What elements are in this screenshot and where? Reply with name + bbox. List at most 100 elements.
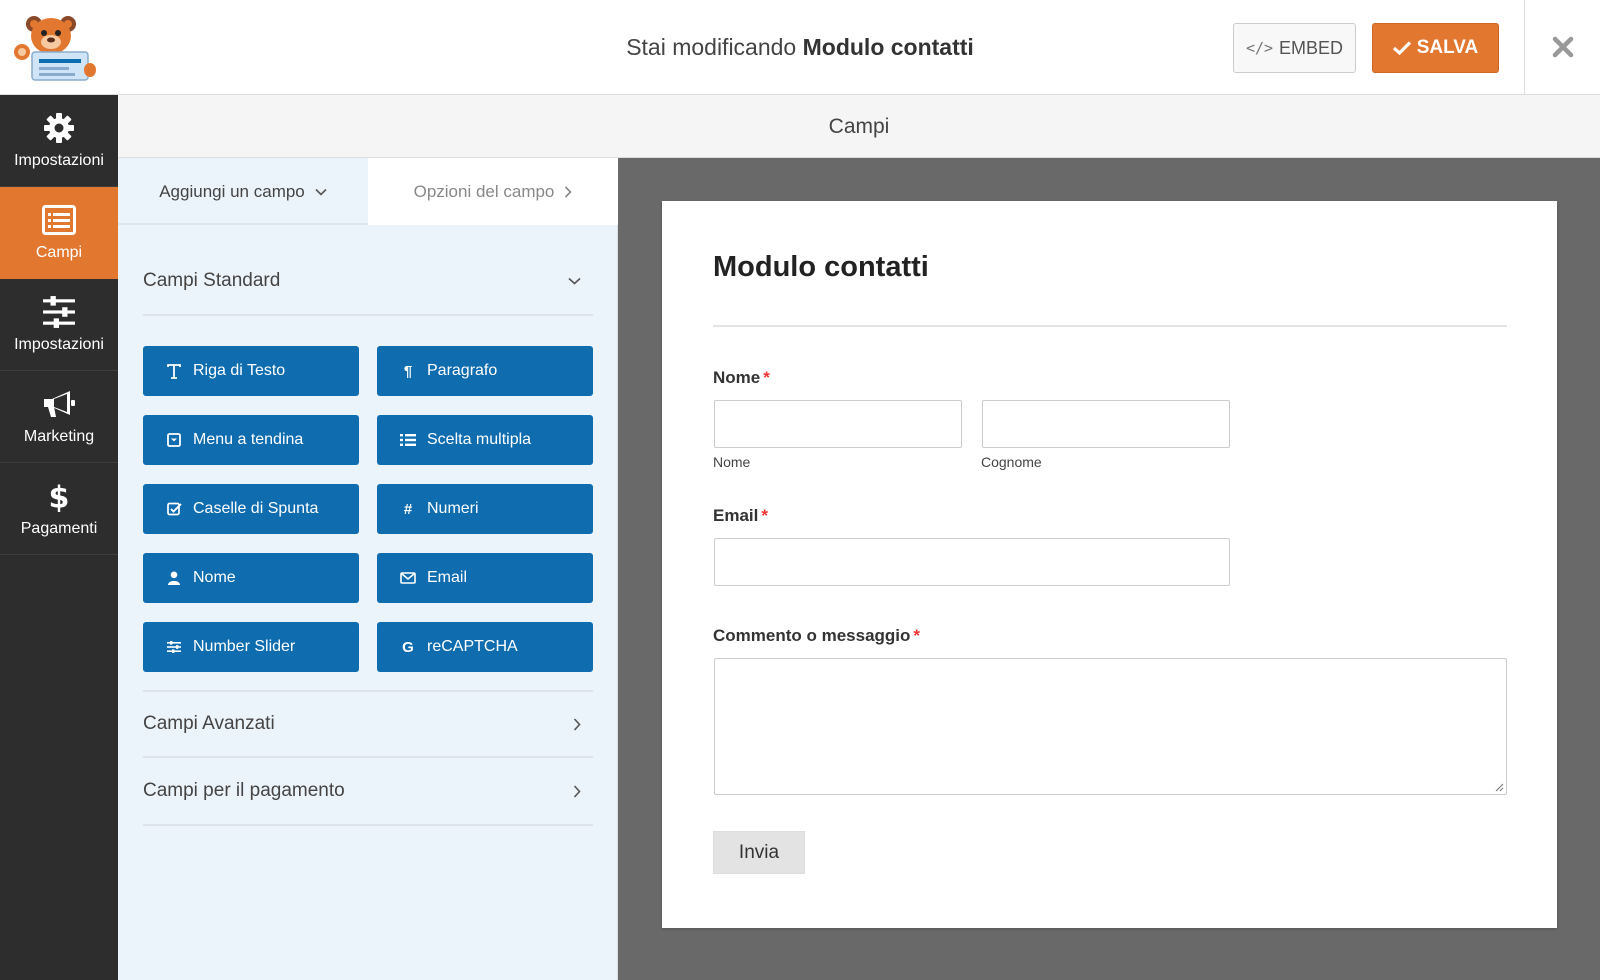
hash-icon: # xyxy=(403,500,413,518)
email-input[interactable] xyxy=(714,538,1230,586)
envelope-icon xyxy=(399,572,417,584)
submit-label: Invia xyxy=(738,841,780,863)
form-preview: Modulo contatti Nome * Nome Cognome Email… xyxy=(662,201,1557,928)
sidebar-item-label: Campi xyxy=(35,243,83,261)
checkmark-icon xyxy=(1392,41,1411,55)
message-textarea[interactable] xyxy=(714,658,1507,795)
first-name-sublabel: Nome xyxy=(713,454,751,470)
field-button-label: Email xyxy=(427,569,468,586)
tab-field-options[interactable]: Opzioni del campo xyxy=(368,158,618,225)
list-icon xyxy=(399,434,417,446)
section-standard-label: Campi Standard xyxy=(143,270,281,291)
required-marker: * xyxy=(913,626,921,645)
sidebar-item-label: Impostazioni xyxy=(14,335,104,353)
chevron-right-icon xyxy=(573,717,581,731)
sliders-icon xyxy=(43,295,75,328)
editing-title: Stai modificando Modulo contatti xyxy=(0,0,1600,95)
message-field-label-text: Commento o messaggio xyxy=(713,626,911,645)
dropdown-icon xyxy=(165,433,183,447)
section-payment-label: Campi per il pagamento xyxy=(143,780,345,801)
submit-button[interactable]: Invia xyxy=(713,831,805,874)
editing-prefix: Stai modificando xyxy=(626,34,797,60)
field-button-label: Menu a tendina xyxy=(193,431,304,448)
paragraph-icon: ¶ xyxy=(403,362,413,380)
first-name-input[interactable] xyxy=(714,400,962,448)
field-button-recaptcha[interactable]: G reCAPTCHA xyxy=(377,622,593,672)
field-button-numbers[interactable]: # Numeri xyxy=(377,484,593,534)
sidebar-item-marketing[interactable]: Marketing xyxy=(0,371,118,463)
chevron-down-icon xyxy=(315,188,327,196)
last-name-input[interactable] xyxy=(982,400,1230,448)
field-button-checkboxes[interactable]: Caselle di Spunta xyxy=(143,484,359,534)
field-button-label: Number Slider xyxy=(193,638,296,655)
close-icon[interactable] xyxy=(1552,36,1574,58)
svg-text:$: $ xyxy=(49,480,70,512)
sidebar-item-fields[interactable]: Campi xyxy=(0,187,118,279)
section-advanced-label: Campi Avanzati xyxy=(143,713,275,734)
close-area xyxy=(1524,0,1600,94)
name-field-label: Nome * xyxy=(713,368,770,388)
tab-field-options-label: Opzioni del campo xyxy=(413,181,555,201)
field-button-number-slider[interactable]: Number Slider xyxy=(143,622,359,672)
code-icon: </> xyxy=(1245,39,1274,57)
tab-add-field[interactable]: Aggiungi un campo xyxy=(118,158,368,225)
field-button-multiple-choice[interactable]: Scelta multipla xyxy=(377,415,593,465)
email-field-label-text: Email xyxy=(713,506,759,525)
user-icon xyxy=(165,571,183,585)
left-sidebar: Impostazioni Campi Impostazioni Marketin… xyxy=(0,95,118,980)
save-label: SALVA xyxy=(1416,37,1479,58)
fields-icon xyxy=(42,204,76,235)
section-advanced-fields[interactable]: Campi Avanzati xyxy=(143,690,593,758)
field-button-label: Nome xyxy=(193,569,236,586)
embed-label: EMBED xyxy=(1279,37,1344,58)
section-payment-fields[interactable]: Campi per il pagamento xyxy=(143,758,593,826)
wpforms-bear-logo xyxy=(14,16,96,81)
editing-form-name: Modulo contatti xyxy=(802,34,974,60)
message-field-label: Commento o messaggio * xyxy=(713,626,920,646)
field-button-dropdown[interactable]: Menu a tendina xyxy=(143,415,359,465)
chevron-right-icon xyxy=(573,784,581,798)
required-marker: * xyxy=(763,368,770,387)
field-button-label: Riga di Testo xyxy=(193,362,286,379)
field-button-email[interactable]: Email xyxy=(377,553,593,603)
required-marker: * xyxy=(761,506,768,525)
embed-button[interactable]: </> EMBED xyxy=(1233,23,1356,73)
last-name-sublabel: Cognome xyxy=(981,454,1042,470)
section-title-bar: Campi xyxy=(118,95,1600,158)
sidebar-item-payments[interactable]: $ Pagamenti xyxy=(0,463,118,555)
fields-panel: Aggiungi un campo Opzioni del campo Camp… xyxy=(118,158,618,980)
sidebar-item-label: Marketing xyxy=(23,427,95,445)
field-button-label: Paragrafo xyxy=(427,362,498,379)
sidebar-item-settings[interactable]: Impostazioni xyxy=(0,95,118,187)
field-button-label: Numeri xyxy=(427,500,479,517)
name-field-label-text: Nome xyxy=(713,368,761,387)
email-field-label: Email * xyxy=(713,506,768,526)
checkbox-icon xyxy=(165,502,183,516)
field-button-single-line-text[interactable]: Riga di Testo xyxy=(143,346,359,396)
text-icon xyxy=(165,363,183,379)
field-button-label: reCAPTCHA xyxy=(427,638,518,655)
section-title: Campi xyxy=(828,115,890,138)
sidebar-item-settings-2[interactable]: Impostazioni xyxy=(0,279,118,371)
sidebar-item-label: Pagamenti xyxy=(20,519,98,537)
chevron-down-icon xyxy=(568,277,581,285)
tab-add-field-label: Aggiungi un campo xyxy=(159,181,305,201)
top-header: Stai modificando Modulo contatti </> EMB… xyxy=(0,0,1600,95)
form-title-divider xyxy=(713,325,1507,327)
google-icon: G xyxy=(402,638,414,656)
dollar-icon: $ xyxy=(49,480,70,512)
save-button[interactable]: SALVA xyxy=(1372,23,1499,73)
megaphone-icon xyxy=(44,390,75,417)
panel-tabs: Aggiungi un campo Opzioni del campo xyxy=(118,158,618,225)
gear-icon xyxy=(44,112,74,143)
field-button-name[interactable]: Nome xyxy=(143,553,359,603)
field-button-paragraph[interactable]: ¶ Paragrafo xyxy=(377,346,593,396)
sliders-icon xyxy=(165,641,183,653)
chevron-right-icon xyxy=(565,185,573,198)
section-standard-fields[interactable]: Campi Standard xyxy=(143,248,593,316)
resize-grip-icon[interactable] xyxy=(1494,782,1504,792)
field-button-label: Scelta multipla xyxy=(427,431,532,448)
field-button-label: Caselle di Spunta xyxy=(193,500,319,517)
sidebar-item-label: Impostazioni xyxy=(14,151,104,169)
form-title: Modulo contatti xyxy=(713,251,929,283)
